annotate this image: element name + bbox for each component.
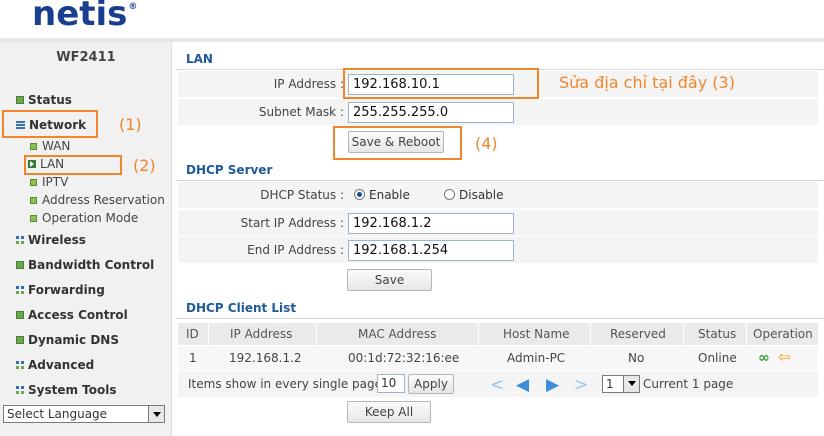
model-name: WF2411 xyxy=(56,50,116,65)
sidebar-item-dynamic-dns[interactable]: Dynamic DNS xyxy=(16,332,119,348)
grid-icon xyxy=(16,386,24,394)
grid-icon xyxy=(16,236,24,244)
green-dot-icon xyxy=(30,215,37,222)
sidebar-item-forwarding[interactable]: Forwarding xyxy=(16,282,105,298)
radio-unchecked-icon[interactable] xyxy=(444,189,455,200)
start-ip-row: Start IP Address : 192.168.1.2 xyxy=(178,210,818,237)
green-square-icon xyxy=(16,261,24,269)
sidebar-item-advanced[interactable]: Advanced xyxy=(16,357,94,373)
client-table-header: ID IP Address MAC Address Host Name Rese… xyxy=(178,323,818,345)
sidebar-item-bandwidth-control[interactable]: Bandwidth Control xyxy=(16,257,154,273)
end-ip-input[interactable]: 192.168.1.254 xyxy=(348,240,514,261)
grid-icon xyxy=(16,286,24,294)
col-ip: IP Address xyxy=(230,327,293,341)
green-square-icon xyxy=(16,311,24,319)
dhcp-enable-option[interactable]: Enable xyxy=(354,188,410,202)
annotation-4: (4) xyxy=(475,134,498,153)
first-page-icon[interactable]: < xyxy=(490,375,504,395)
lan-section-title: LAN xyxy=(176,48,824,70)
col-mac: MAC Address xyxy=(358,327,437,341)
apply-button[interactable]: Apply xyxy=(408,374,454,394)
prev-page-icon[interactable]: ◀ xyxy=(516,375,529,395)
dhcp-save-button[interactable]: Save xyxy=(347,269,432,291)
subnet-mask-label: Subnet Mask : xyxy=(258,105,344,119)
annotation-1: (1) xyxy=(119,115,142,134)
netis-logo: netis® xyxy=(32,0,138,34)
items-per-page-label: Items show in every single page xyxy=(188,377,382,391)
annotation-3: Sửa địa chỉ tại đây (3) xyxy=(559,73,735,92)
col-reserved: Reserved xyxy=(610,327,666,341)
highlight-ip-address xyxy=(343,68,539,99)
subnet-mask-input[interactable]: 255.255.255.0 xyxy=(348,102,514,123)
last-page-icon[interactable]: > xyxy=(574,375,588,395)
subnet-mask-row: Subnet Mask : 255.255.255.0 xyxy=(178,99,818,126)
left-arrow-icon[interactable]: ⇦ xyxy=(778,348,791,366)
start-ip-label: Start IP Address : xyxy=(240,216,344,230)
sidebar-item-wan[interactable]: WAN xyxy=(30,139,70,154)
chevron-down-icon xyxy=(623,376,639,392)
dhcp-disable-option[interactable]: Disable xyxy=(444,188,504,202)
dhcp-status-label: DHCP Status : xyxy=(260,188,344,202)
grid-icon xyxy=(16,361,24,369)
sidebar-item-iptv[interactable]: IPTV xyxy=(30,175,68,190)
green-dot-icon xyxy=(30,197,37,204)
sidebar-item-system-tools[interactable]: System Tools xyxy=(16,382,117,398)
main-content: LAN IP Address : 192.168.10.1 Subnet Mas… xyxy=(176,42,824,436)
col-id: ID xyxy=(186,327,199,341)
highlight-lan xyxy=(24,155,122,175)
language-select[interactable]: Select Language xyxy=(3,405,165,423)
link-icon[interactable]: ∞ xyxy=(758,350,770,366)
start-ip-input[interactable]: 192.168.1.2 xyxy=(348,213,514,234)
dhcp-section-title: DHCP Server xyxy=(176,159,824,181)
sidebar-item-operation-mode[interactable]: Operation Mode xyxy=(30,211,138,226)
chevron-down-icon xyxy=(148,406,164,422)
keep-all-button[interactable]: Keep All xyxy=(347,401,431,423)
sidebar: WF2411 Status Network WAN LAN IPTV Addre… xyxy=(0,42,172,436)
ip-address-label: IP Address : xyxy=(273,77,344,91)
header: netis® xyxy=(0,0,824,40)
end-ip-row: End IP Address : 192.168.1.254 xyxy=(178,237,818,264)
green-square-icon xyxy=(16,96,24,104)
page-select[interactable]: 1 xyxy=(602,375,640,393)
client-list-title: DHCP Client List xyxy=(176,297,824,319)
col-operation: Operation xyxy=(753,327,813,341)
green-dot-icon xyxy=(30,179,37,186)
next-page-icon[interactable]: ▶ xyxy=(546,375,559,395)
green-dot-icon xyxy=(30,143,37,150)
highlight-network xyxy=(2,110,98,138)
sidebar-item-status[interactable]: Status xyxy=(16,92,72,108)
col-host: Host Name xyxy=(503,327,570,341)
col-status: Status xyxy=(698,327,737,341)
end-ip-label: End IP Address : xyxy=(247,243,344,257)
radio-checked-icon[interactable] xyxy=(354,189,365,200)
pagination-bar: Items show in every single page 10 Apply… xyxy=(178,371,818,397)
green-square-icon xyxy=(16,336,24,344)
annotation-2: (2) xyxy=(133,156,156,175)
sidebar-item-access-control[interactable]: Access Control xyxy=(16,307,128,323)
sidebar-item-wireless[interactable]: Wireless xyxy=(16,232,86,248)
sidebar-item-address-reservation[interactable]: Address Reservation xyxy=(30,193,165,208)
items-per-page-input[interactable]: 10 xyxy=(377,374,405,393)
current-page-label: Current 1 page xyxy=(643,377,734,391)
table-row: 1 192.168.1.2 00:1d:72:32:16:ee Admin-PC… xyxy=(178,346,818,370)
highlight-save-reboot xyxy=(333,126,462,160)
dhcp-status-row: DHCP Status : Enable Disable xyxy=(178,182,818,209)
